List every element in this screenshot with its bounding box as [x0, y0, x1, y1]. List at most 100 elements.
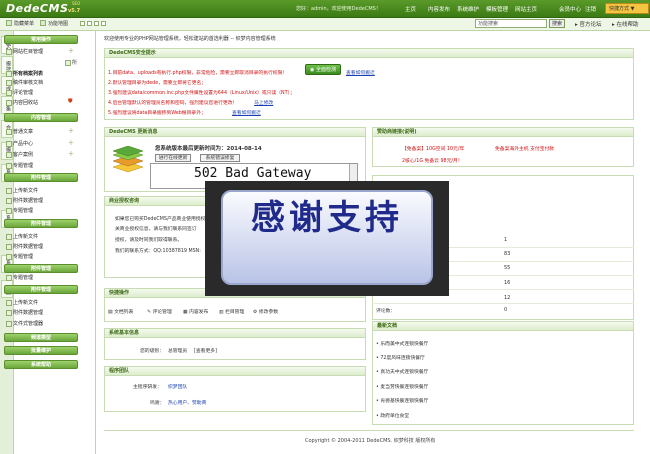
sponsor-line-2[interactable]: 2核心/1G 免备云 98元/月！ — [402, 157, 463, 164]
footer-divider — [104, 430, 634, 431]
menu-item[interactable]: 网站栏目管理 — [5, 48, 43, 55]
menu-item[interactable]: 内容回收站 — [5, 99, 38, 106]
menu-head-channel[interactable]: 频道模型 — [4, 333, 78, 342]
nav-template[interactable]: 模板管理 — [486, 5, 508, 13]
sponsor-line-1b[interactable]: 免备案海外主机 支付宝付款 — [495, 145, 554, 152]
menu-item[interactable]: 专题管理 — [5, 253, 33, 260]
tip-line-4: 4.后台管理默认的管理员名称和密码，强烈建议您进行更改！ — [108, 101, 238, 106]
license-line-2: 关商业授权信息，请与我们联系同签订 — [115, 227, 197, 232]
update-check-text: 您系统版本最后更新时间为：2014-08-14 — [155, 146, 262, 152]
quick-doclist-label: 文档列表 — [114, 310, 134, 315]
nav-sys[interactable]: 系统维护 — [457, 5, 479, 13]
stat-value: 12 — [504, 295, 511, 301]
hide-menu-button[interactable]: 隐藏菜单 — [6, 20, 34, 27]
logo[interactable]: DedeCMS — [6, 2, 68, 15]
quick-publish[interactable]: ▦ 内容发布 — [183, 308, 208, 315]
tool-icon-2[interactable] — [87, 21, 92, 26]
comment-count-value: 0 — [504, 307, 508, 313]
menu-head-batch[interactable]: 批量维护 — [4, 346, 78, 355]
nav-member[interactable]: 会员中心 — [559, 5, 581, 13]
user-greeting: 您好：admin，欢迎使用DedeCMS！ — [296, 6, 381, 12]
tip-line-2: 2.默认管理目录为dede，需要立即将它更名； — [108, 81, 207, 86]
howto-link[interactable]: 查看如何搬迁 — [346, 69, 375, 76]
func-map-button[interactable]: 功能地图 — [40, 20, 68, 27]
add-icon[interactable]: ＋ — [68, 138, 74, 147]
nav-site[interactable]: 网站主页 — [515, 5, 537, 13]
menu-item[interactable]: 专题管理 — [5, 207, 33, 214]
help-link[interactable]: ▸ 在线帮助 — [612, 20, 639, 28]
news-item[interactable]: • 72度风味连锁快餐厅 — [376, 354, 425, 361]
thanks-value[interactable]: 热心用户、赞助商 — [168, 399, 206, 406]
nav-publish[interactable]: 内容发布 — [428, 5, 450, 13]
news-item-label: 麦当劳快餐连锁快餐厅 — [380, 385, 429, 390]
level-label: 您的级别： — [140, 349, 164, 354]
news-item[interactable]: • 政府单位食堂 — [376, 412, 409, 419]
quick-doclist[interactable]: ▤ 文档列表 — [108, 308, 133, 315]
menu-extra: 所 — [64, 60, 78, 66]
menu-item[interactable]: 评论管理 — [5, 89, 33, 96]
menu-head-attach-1[interactable]: 附件管理 — [4, 173, 78, 182]
menu-item[interactable]: 附件数据管理 — [5, 197, 43, 204]
menu-item[interactable]: 上传新文件 — [5, 299, 38, 306]
menu-item[interactable]: 产品中心 — [5, 140, 33, 147]
quick-menu-button[interactable]: 快捷方式 ▼ — [605, 3, 649, 14]
menu-item[interactable]: 稿件审核文档 — [5, 79, 43, 86]
menu-head-attach-3[interactable]: 附件管理 — [4, 264, 78, 273]
search-input[interactable]: 功能搜索 — [475, 19, 547, 28]
menu-item[interactable]: 专题管理 — [5, 162, 33, 169]
quick-columns[interactable]: ▥ 栏目管理 — [219, 308, 244, 315]
menu-item[interactable]: 文件式管理器 — [5, 320, 43, 327]
sponsor-line-1[interactable]: 【免备案】10G空间 10元/年 — [402, 145, 464, 152]
menu-head-attach-4[interactable]: 附件管理 — [4, 285, 78, 294]
quick-params[interactable]: ⚙ 修改参数 — [253, 308, 278, 315]
tool-icon-1[interactable] — [80, 21, 85, 26]
nav-home[interactable]: 主页 — [405, 5, 416, 13]
modify-link[interactable]: 马上修改 — [254, 99, 273, 106]
tip-line-1: 1.目前data、uploads有执行.php权限，非常危险，需要立即取消目录的… — [108, 71, 288, 76]
add-icon[interactable]: ＋ — [68, 149, 74, 158]
news-item[interactable]: • 肯德基快餐连锁快餐厅 — [376, 397, 428, 404]
lead-value[interactable]: 织梦团队 — [168, 383, 187, 390]
quick-publish-label: 内容发布 — [189, 310, 209, 315]
menu-item[interactable]: 普通文章 — [5, 128, 33, 135]
menu-head-help[interactable]: 系统帮助 — [4, 360, 78, 369]
func-map-label: 功能地图 — [48, 21, 69, 27]
menu-head-content[interactable]: 内容管理 — [4, 113, 78, 122]
quick-comments[interactable]: ✎ 评论管理 — [147, 308, 172, 315]
check-all-button[interactable]: ◉ 全面检测 — [305, 64, 341, 75]
menu-item[interactable]: 附件数据管理 — [5, 309, 43, 316]
menu-item[interactable]: 所有档案列表 — [5, 70, 43, 77]
tool-icon-3[interactable] — [94, 21, 99, 26]
forum-link[interactable]: ▸ 官方论坛 — [575, 20, 602, 28]
comment-count-label: 评论数： — [376, 309, 396, 314]
search-button[interactable]: 搜索 — [549, 19, 565, 28]
welcome-text: 欢迎使用专业的PHP网站管理系统，轻松建站的首选利器 -- 织梦内容管理系统 — [104, 36, 276, 42]
news-item-label: 真功夫中式连锁快餐厅 — [380, 370, 429, 375]
menu-item[interactable]: 客户案例 — [5, 151, 33, 158]
menu-item[interactable]: 专题管理 — [5, 274, 33, 281]
add-icon[interactable]: ＋ — [68, 46, 74, 55]
forum-label: 官方论坛 — [579, 22, 602, 28]
add-icon[interactable]: ＋ — [68, 126, 74, 135]
news-item-label: 肯德基快餐连锁快餐厅 — [380, 399, 429, 404]
map-icon — [40, 20, 46, 26]
news-item[interactable]: • 麦当劳快餐连锁快餐厅 — [376, 383, 428, 390]
check-icon: ◉ — [310, 67, 315, 73]
tool-icon-4[interactable] — [101, 21, 106, 26]
fix-error-button[interactable]: 系统错误修复 — [200, 154, 240, 162]
nav-logout[interactable]: 注销 — [585, 5, 596, 13]
quick-params-label: 修改参数 — [258, 310, 279, 315]
menu-item[interactable]: 附件数据管理 — [5, 243, 43, 250]
footer-copyright: Copyright © 2004-2011 DedeCMS. 织梦科技 版权所有 — [305, 438, 436, 444]
menu-head-common[interactable]: 常用操作 — [4, 35, 78, 44]
more-link[interactable]: [查看更多] — [194, 347, 217, 354]
tip-line-3: 3.强烈建议data/common.inc.php文件属性设置为644（Linu… — [108, 91, 295, 96]
news-item[interactable]: • 真功夫中式连锁快餐厅 — [376, 368, 428, 375]
menu-item[interactable]: 上传新文件 — [5, 187, 38, 194]
move-link[interactable]: 查看如何搬迁 — [232, 109, 261, 116]
menu-head-attach-2[interactable]: 附件管理 — [4, 219, 78, 228]
news-item[interactable]: • 乐而美中式连锁快餐厅 — [376, 340, 428, 347]
online-update-button[interactable]: 进行在线更新 — [155, 154, 191, 162]
menu-item[interactable]: 上传新文件 — [5, 233, 38, 240]
comment-icon: ✎ — [147, 310, 152, 315]
